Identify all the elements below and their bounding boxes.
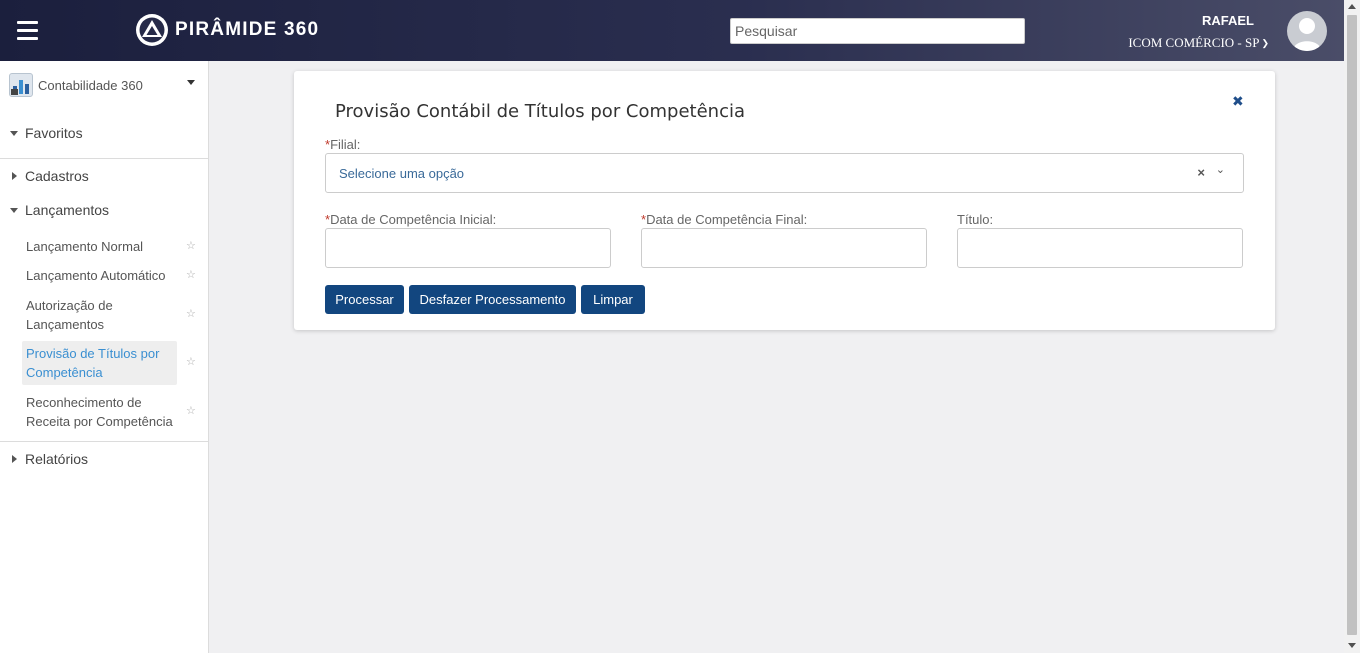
brand-name: PIRÂMIDE 360 xyxy=(175,19,320,40)
sidebar-item-reconhecimento-receita[interactable]: Reconhecimento de Receita por Competênci… xyxy=(22,393,177,431)
accounting-module-icon xyxy=(9,73,33,97)
scrollbar-thumb[interactable] xyxy=(1347,15,1357,635)
data-final-field[interactable] xyxy=(641,228,927,268)
data-final-label-text: Data de Competência Final: xyxy=(646,212,808,227)
section-label: Relatórios xyxy=(25,451,89,467)
page-title: Provisão Contábil de Títulos por Competê… xyxy=(335,101,746,122)
module-name: Contabilidade 360 xyxy=(38,77,143,93)
favorite-star-icon[interactable]: ☆ xyxy=(186,404,196,417)
sidebar-item-provisao-titulos[interactable]: Provisão de Títulos por Competência xyxy=(22,341,177,385)
chevron-down-icon[interactable]: ⌄ xyxy=(1216,163,1225,176)
limpar-button[interactable]: Limpar xyxy=(581,285,645,314)
brand-logo[interactable]: PIRÂMIDE 360 xyxy=(135,13,319,47)
scroll-down-icon[interactable] xyxy=(1348,643,1356,648)
sidebar-item-autorizacao-lancamentos[interactable]: Autorização de Lançamentos xyxy=(22,296,177,334)
favorite-star-icon[interactable]: ☆ xyxy=(186,268,196,281)
close-icon[interactable]: ✖ xyxy=(1232,93,1244,110)
section-cadastros[interactable]: Cadastros xyxy=(10,168,89,184)
caret-right-icon xyxy=(12,172,17,180)
top-header: PIRÂMIDE 360 RAFAEL ICOM COMÉRCIO - SP❯ xyxy=(0,0,1344,61)
avatar[interactable] xyxy=(1287,11,1327,51)
data-final-label: *Data de Competência Final: xyxy=(641,212,807,227)
scroll-up-icon[interactable] xyxy=(1348,4,1356,9)
clear-icon[interactable]: × xyxy=(1197,165,1205,180)
caret-right-icon xyxy=(12,455,17,463)
processar-button[interactable]: Processar xyxy=(325,285,404,314)
pyramid-logo-icon xyxy=(136,14,168,46)
form-card: Provisão Contábil de Títulos por Competê… xyxy=(294,71,1275,330)
filial-select-value: Selecione uma opção xyxy=(339,166,465,181)
module-selector[interactable]: Contabilidade 360 xyxy=(9,73,199,97)
section-label: Cadastros xyxy=(25,168,89,184)
section-lancamentos[interactable]: Lançamentos xyxy=(10,202,109,218)
divider xyxy=(0,441,208,442)
user-silhouette-icon xyxy=(1293,18,1321,51)
data-inicial-field[interactable] xyxy=(325,228,611,268)
section-label: Lançamentos xyxy=(25,202,110,218)
filial-select[interactable]: Selecione uma opção × ⌄ xyxy=(325,153,1244,193)
filial-label: *Filial: xyxy=(325,137,360,152)
section-label: Favoritos xyxy=(25,125,83,141)
data-inicial-label-text: Data de Competência Inicial: xyxy=(330,212,497,227)
caret-down-icon xyxy=(10,207,18,213)
user-name: RAFAEL xyxy=(1202,13,1254,28)
filial-label-text: Filial: xyxy=(330,137,361,152)
search-input[interactable] xyxy=(730,18,1025,44)
section-favoritos[interactable]: Favoritos xyxy=(10,125,83,141)
sidebar: Contabilidade 360 Favoritos Cadastros La… xyxy=(0,61,209,653)
sidebar-item-lancamento-normal[interactable]: Lançamento Normal xyxy=(22,237,177,256)
section-relatorios[interactable]: Relatórios xyxy=(10,451,88,467)
divider xyxy=(0,158,208,159)
titulo-field[interactable] xyxy=(957,228,1243,268)
favorite-star-icon[interactable]: ☆ xyxy=(186,307,196,320)
titulo-label: Título: xyxy=(957,212,994,227)
chevron-down-icon: ❯ xyxy=(1261,38,1269,48)
vertical-scrollbar[interactable] xyxy=(1344,0,1360,653)
company-name: ICOM COMÉRCIO - SP xyxy=(1128,35,1260,50)
data-inicial-label: *Data de Competência Inicial: xyxy=(325,212,496,227)
favorite-star-icon[interactable]: ☆ xyxy=(186,239,196,252)
caret-down-icon[interactable] xyxy=(187,80,195,85)
sidebar-item-lancamento-automatico[interactable]: Lançamento Automático xyxy=(22,266,177,285)
company-selector[interactable]: ICOM COMÉRCIO - SP ❯ xyxy=(1128,35,1269,51)
menu-icon[interactable] xyxy=(17,21,38,40)
favorite-star-icon[interactable]: ☆ xyxy=(186,355,196,368)
caret-down-icon xyxy=(10,130,18,136)
desfazer-processamento-button[interactable]: Desfazer Processamento xyxy=(409,285,576,314)
